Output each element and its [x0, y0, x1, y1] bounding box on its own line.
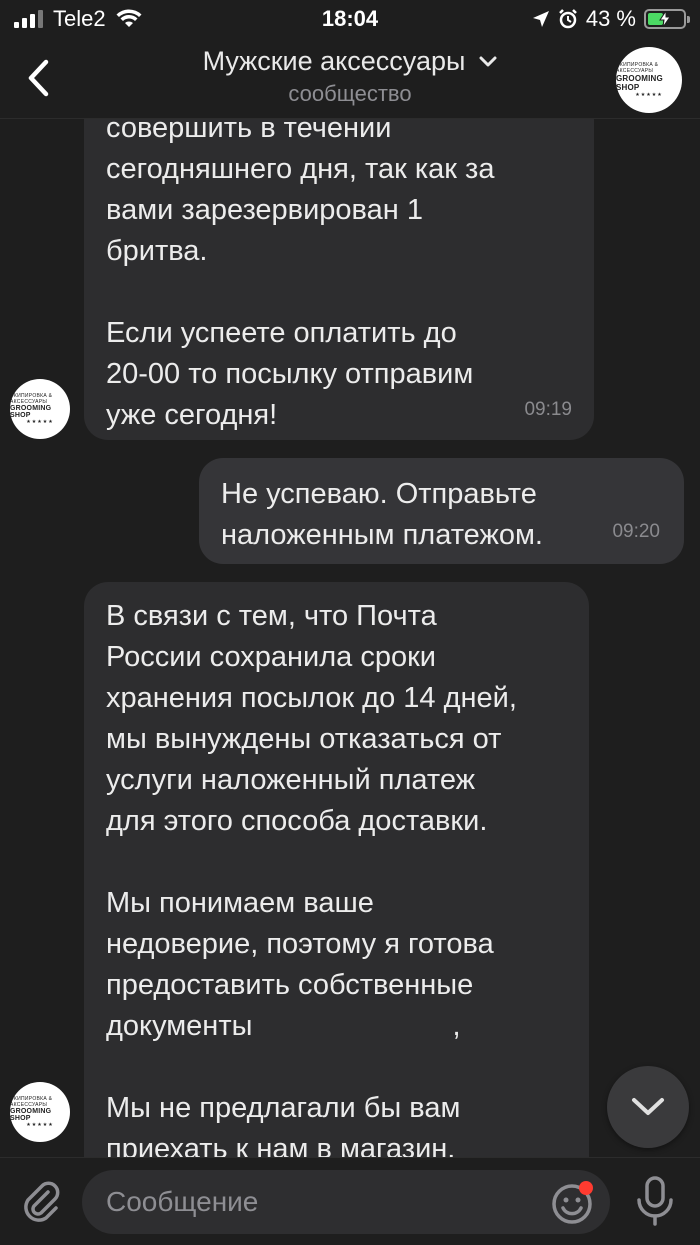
microphone-icon [637, 1176, 673, 1226]
avatar-caption: ЭКИПИРОВКА & АКСЕССУАРЫ [616, 62, 659, 74]
message-input[interactable]: Сообщение [82, 1170, 610, 1234]
message-text: Не успеваю. Отправьте наложенным платежо… [221, 478, 543, 551]
message-incoming[interactable]: совершить в течении сегодняшнего дня, та… [84, 96, 594, 440]
avatar-caption: ЭКИПИРОВКА & АКСЕССУАРЫ [10, 1096, 53, 1108]
community-avatar[interactable]: ЭКИПИРОВКА & АКСЕССУАРЫ GROOMING SHOP ★★… [616, 47, 682, 113]
emoji-button[interactable] [550, 1178, 598, 1226]
chevron-down-icon [479, 56, 497, 66]
message-input-placeholder: Сообщение [106, 1186, 259, 1217]
chevron-left-icon [28, 59, 49, 97]
message-time: 09:19 [524, 399, 572, 420]
battery-percent: 43 % [585, 6, 636, 31]
avatar-brand: GROOMING SHOP [10, 1108, 52, 1122]
status-bar: Tele2 18:04 43 % [0, 0, 700, 38]
message-composer: Сообщение [0, 1157, 700, 1245]
chat-title: Мужские аксессуары [202, 46, 466, 76]
chat-header: Мужские аксессуары сообщество ЭКИПИРОВКА… [0, 38, 700, 119]
avatar-stars: ★★★★★ [635, 92, 663, 98]
message-text: В связи с тем, что Почта России сохранил… [106, 596, 567, 1170]
avatar-brand: GROOMING SHOP [616, 74, 663, 92]
attach-button[interactable] [18, 1178, 64, 1224]
alarm-icon [558, 9, 577, 29]
paperclip-icon [24, 1181, 60, 1222]
smiley-icon [552, 1181, 593, 1224]
message-outgoing[interactable]: Не успеваю. Отправьте наложенным платежо… [199, 458, 684, 564]
message-incoming[interactable]: В связи с тем, что Почта России сохранил… [84, 582, 589, 1202]
avatar-brand: GROOMING SHOP [10, 405, 52, 419]
message-text-part: Мы не предлагали бы вам приехать к нам в… [106, 1092, 461, 1165]
sender-avatar[interactable]: ЭКИПИРОВКА & АКСЕССУАРЫ GROOMING SHOP ★★… [10, 379, 70, 439]
battery-icon [644, 9, 690, 29]
message-text: совершить в течении сегодняшнего дня, та… [106, 112, 495, 431]
scroll-down-button[interactable] [607, 1066, 689, 1148]
sender-avatar[interactable]: ЭКИПИРОВКА & АКСЕССУАРЫ GROOMING SHOP ★★… [10, 1082, 70, 1142]
chat-subtitle: сообщество [288, 81, 412, 106]
location-arrow-icon [532, 11, 549, 27]
message-time: 09:20 [612, 521, 660, 542]
message-text-part: В связи с тем, что Почта России сохранил… [106, 600, 517, 1042]
avatar-stars: ★★★★★ [26, 419, 54, 425]
mic-button[interactable] [630, 1174, 680, 1230]
back-button[interactable] [18, 56, 58, 100]
avatar-caption: ЭКИПИРОВКА & АКСЕССУАРЫ [10, 393, 53, 405]
chevron-down-icon [632, 1098, 664, 1115]
avatar-stars: ★★★★★ [26, 1122, 54, 1128]
message-text-part: , [452, 1010, 461, 1042]
chat-title-area[interactable]: Мужские аксессуары сообщество [120, 46, 580, 107]
